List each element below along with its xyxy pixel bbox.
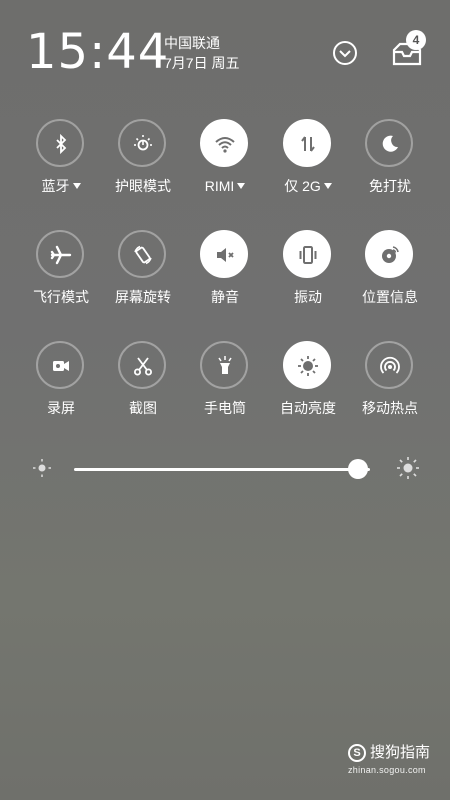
tile-rotation[interactable]: 屏幕旋转 <box>103 230 183 310</box>
brightness-slider[interactable] <box>0 452 450 486</box>
mobile-data-toggle[interactable] <box>283 119 331 167</box>
wifi-toggle[interactable] <box>200 119 248 167</box>
vibrate-icon <box>299 246 317 264</box>
flashlight-icon <box>218 356 232 374</box>
location-icon <box>382 246 399 263</box>
bluetooth-toggle[interactable] <box>36 119 84 167</box>
sogou-logo: S <box>348 744 366 762</box>
brightness-track[interactable] <box>74 468 370 471</box>
screen-record-toggle[interactable] <box>36 341 84 389</box>
watermark-url: zhinan.sogou.com <box>348 765 426 775</box>
hotspot-icon <box>380 356 400 374</box>
sogou-watermark: S 搜狗指南 zhinan.sogou.com <box>348 742 448 778</box>
status-header: 15:44 中国联通 7月7日 周五 4 <box>0 0 450 100</box>
tile-hotspot[interactable]: 移动热点 <box>350 341 430 421</box>
location-label: 位置信息 <box>362 289 418 305</box>
chevron-down-icon[interactable] <box>332 40 358 66</box>
screenshot-toggle[interactable] <box>118 341 166 389</box>
bluetooth-icon <box>56 133 67 155</box>
tile-wifi[interactable]: RIMI <box>185 119 265 199</box>
dnd-label: 免打扰 <box>369 178 411 194</box>
tile-screenshot[interactable]: 截图 <box>103 341 183 421</box>
tile-auto-brightness[interactable]: 自动亮度 <box>268 341 348 421</box>
watermark-title: 搜狗指南 <box>370 744 431 761</box>
date-text: 7月7日 周五 <box>164 55 240 71</box>
scissors-icon <box>134 357 152 376</box>
tile-airplane[interactable]: 飞行模式 <box>21 230 101 310</box>
dropdown-arrow-icon[interactable] <box>72 183 81 189</box>
hotspot-toggle[interactable] <box>365 341 413 389</box>
tile-mobile-data[interactable]: 仅 2G <box>268 119 348 199</box>
tile-flashlight[interactable]: 手电筒 <box>185 341 265 421</box>
tile-dnd[interactable]: 免打扰 <box>350 119 430 199</box>
location-toggle[interactable] <box>365 230 413 278</box>
eye-care-toggle[interactable] <box>118 119 166 167</box>
tile-bluetooth[interactable]: 蓝牙 <box>21 119 101 199</box>
tile-mute[interactable]: 静音 <box>185 230 265 310</box>
vibrate-toggle[interactable] <box>283 230 331 278</box>
video-camera-icon <box>53 361 69 371</box>
dropdown-arrow-icon[interactable] <box>323 183 332 189</box>
brightness-low-icon <box>33 459 51 477</box>
airplane-icon <box>50 245 72 265</box>
hotspot-label: 移动热点 <box>362 400 418 416</box>
tile-vibrate[interactable]: 振动 <box>268 230 348 310</box>
mute-toggle[interactable] <box>200 230 248 278</box>
rotate-icon <box>134 245 152 265</box>
carrier-name: 中国联通 <box>164 35 220 51</box>
speaker-mute-icon <box>217 248 234 262</box>
rotation-toggle[interactable] <box>118 230 166 278</box>
dropdown-arrow-icon[interactable] <box>237 183 246 189</box>
airplane-toggle[interactable] <box>36 230 84 278</box>
notification-badge: 4 <box>406 30 426 50</box>
wifi-icon <box>215 137 235 153</box>
brightness-high-icon <box>397 457 419 479</box>
brightness-thumb[interactable] <box>348 459 369 479</box>
sun-icon <box>298 356 318 376</box>
eye-care-sun-icon <box>134 135 152 151</box>
dnd-toggle[interactable] <box>365 119 413 167</box>
clock: 15:44 <box>26 24 170 80</box>
moon-icon <box>382 135 398 152</box>
tile-eye-care[interactable]: 护眼模式 <box>103 119 183 199</box>
tile-screen-record[interactable]: 录屏 <box>21 341 101 421</box>
flashlight-toggle[interactable] <box>200 341 248 389</box>
auto-brightness-toggle[interactable] <box>283 341 331 389</box>
data-transfer-icon <box>301 136 315 152</box>
tile-location[interactable]: 位置信息 <box>350 230 430 310</box>
